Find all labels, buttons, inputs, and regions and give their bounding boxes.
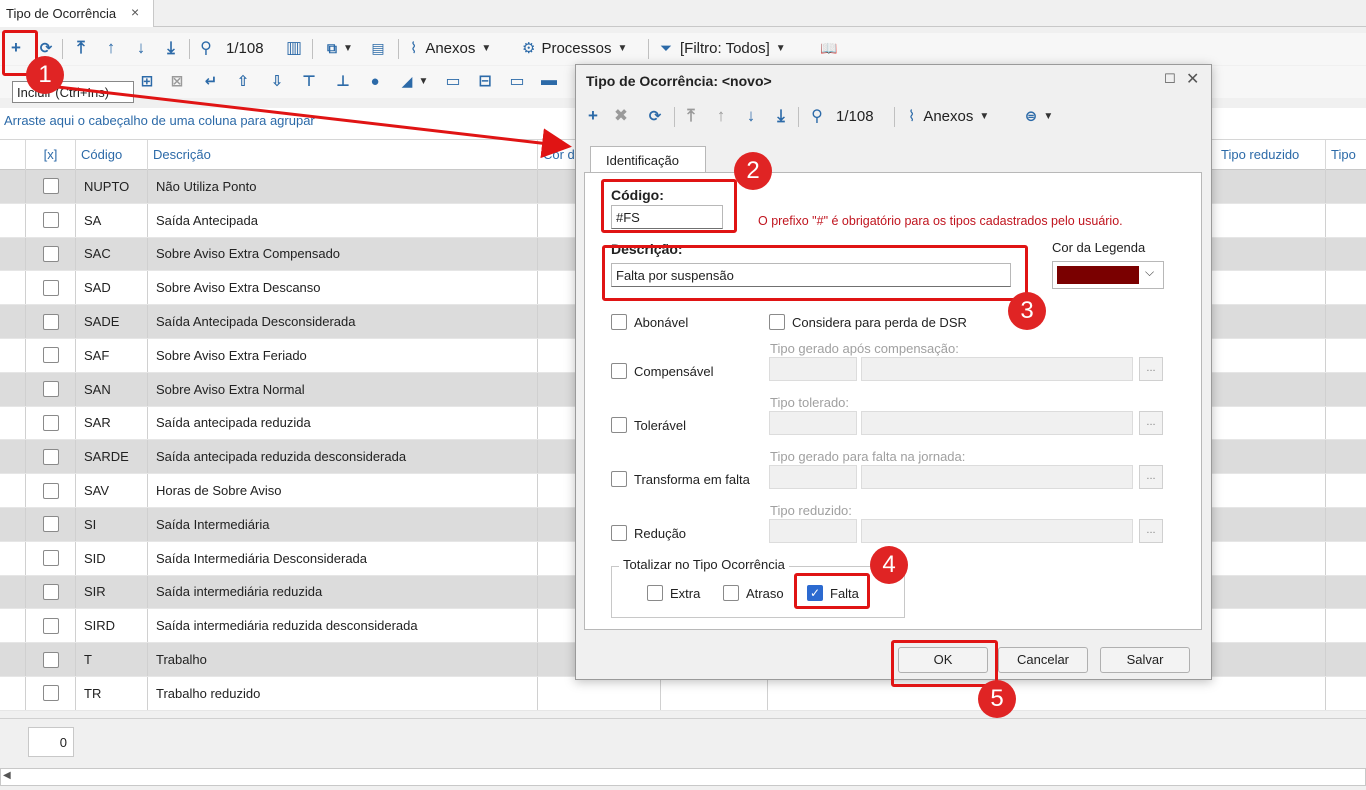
annotation-arrow [31, 82, 572, 159]
step-badge-4: 4 [870, 546, 908, 584]
step-badge-3: 3 [1008, 292, 1046, 330]
step-badge-1: 1 [26, 56, 64, 94]
step-badge-5: 5 [978, 680, 1016, 718]
step-badge-2: 2 [734, 152, 772, 190]
highlight-falta [794, 573, 870, 609]
highlight-ok [891, 640, 998, 687]
highlight-descricao [602, 245, 1028, 301]
highlight-codigo [601, 179, 737, 233]
